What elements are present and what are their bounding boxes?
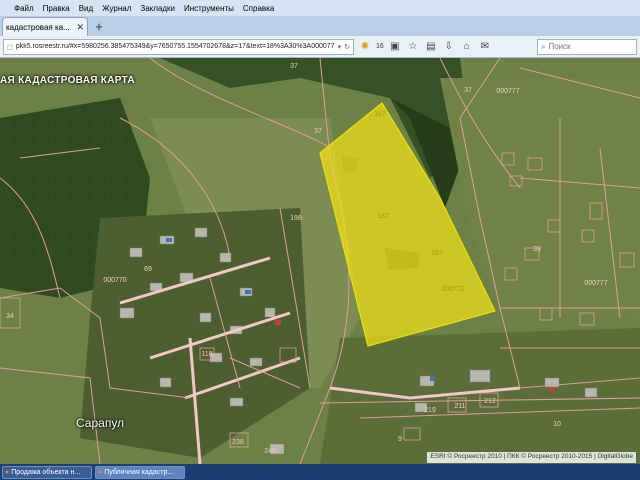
menu-history[interactable]: Журнал — [102, 4, 131, 13]
parcel-label: 39 — [533, 246, 541, 253]
parcel-label: 238 — [232, 439, 244, 446]
reload-icon[interactable]: ↻ — [344, 43, 350, 51]
address-bar[interactable]: ◻ pkk5.rosreestr.ru/#x=5980256.385475349… — [3, 38, 354, 55]
menu-edit[interactable]: Правка — [43, 4, 70, 13]
parcel-label: 187 — [377, 213, 389, 220]
search-engine-icon: ⌕ — [541, 41, 546, 51]
menu-file[interactable]: Файл — [14, 4, 34, 13]
taskbar-item-cadastral[interactable]: ● Публичная кадастр... — [95, 465, 185, 479]
url-text: pkk5.rosreestr.ru/#x=5980256.385475349&y… — [15, 43, 335, 50]
addon-count: 16 — [376, 43, 384, 50]
new-tab-button[interactable]: + — [91, 19, 107, 35]
mail-icon[interactable]: ✉ — [478, 40, 492, 54]
download-icon[interactable]: ⇩ — [442, 40, 456, 54]
browser-icon: ● — [98, 468, 103, 476]
dropdown-icon[interactable]: ▾ — [338, 43, 342, 51]
parcel-label: 198 — [290, 215, 302, 222]
parcel-label: 000770 — [441, 286, 464, 293]
search-input[interactable] — [548, 42, 629, 51]
parcel-label: 9 — [398, 436, 402, 443]
parcel-label: 211 — [454, 403, 465, 410]
parcel-label: 212 — [484, 398, 496, 405]
parcel-label: 187 — [431, 250, 443, 257]
taskbar: ● Продажа объекта н... ● Публичная кадас… — [0, 464, 640, 480]
city-label: Сарапул — [76, 416, 125, 430]
parcel-label: 000777 — [584, 280, 607, 287]
menu-view[interactable]: Вид — [79, 4, 93, 13]
parcel-label: 000770 — [103, 277, 126, 284]
close-tab-icon[interactable]: ✕ — [76, 22, 84, 33]
browser-icon: ● — [5, 468, 10, 476]
menu-help[interactable]: Справка — [243, 4, 274, 13]
taskbar-item-label: Продажа объекта н... — [11, 468, 81, 476]
parcel-label: 118 — [201, 351, 212, 358]
parcel-label: 69 — [144, 266, 152, 273]
menu-tools[interactable]: Инструменты — [184, 4, 234, 13]
menu-bookmarks[interactable]: Закладки — [140, 4, 175, 13]
parcel-label: 10 — [553, 421, 561, 428]
home-icon[interactable]: ⌂ — [460, 40, 474, 54]
tab-cadastral-map[interactable]: кадастровая ка... ✕ — [2, 17, 88, 36]
addon-icon[interactable]: ✺ — [358, 40, 372, 54]
reading-list-icon[interactable]: ▤ — [424, 40, 438, 54]
parcel-label: 34 — [6, 313, 14, 320]
navigation-bar: ◻ pkk5.rosreestr.ru/#x=5980256.385475349… — [0, 36, 640, 58]
parcel-label: 000777 — [496, 88, 519, 95]
parcel-label: 187 — [374, 111, 386, 118]
tab-bar: кадастровая ка... ✕ + — [0, 16, 640, 36]
page-icon: ◻ — [7, 43, 13, 51]
tab-title: кадастровая ка... — [6, 22, 70, 32]
satellite-map[interactable]: 37 37 37 187 187 187 000770 000770 00077… — [0, 58, 640, 464]
taskbar-item-label: Публичная кадастр... — [104, 468, 174, 476]
taskbar-item-listing[interactable]: ● Продажа объекта н... — [2, 465, 92, 479]
parcel-label: 219 — [424, 407, 436, 414]
map-title: АЯ КАДАСТРОВАЯ КАРТА — [0, 75, 135, 86]
menu-bar: Файл Правка Вид Журнал Закладки Инструме… — [0, 0, 640, 16]
parcel-label: 37 — [290, 63, 298, 70]
parcel-label: 245 — [264, 448, 276, 455]
parcel-label: 37 — [314, 128, 322, 135]
map-attribution: ESRI © Росреестр 2010 | ПКК © Росреестр … — [427, 452, 636, 463]
search-field[interactable]: ⌕ — [537, 38, 637, 55]
star-icon[interactable]: ☆ — [406, 40, 420, 54]
screenshot-icon[interactable]: ▣ — [388, 40, 402, 54]
parcel-label: 37 — [464, 87, 472, 94]
